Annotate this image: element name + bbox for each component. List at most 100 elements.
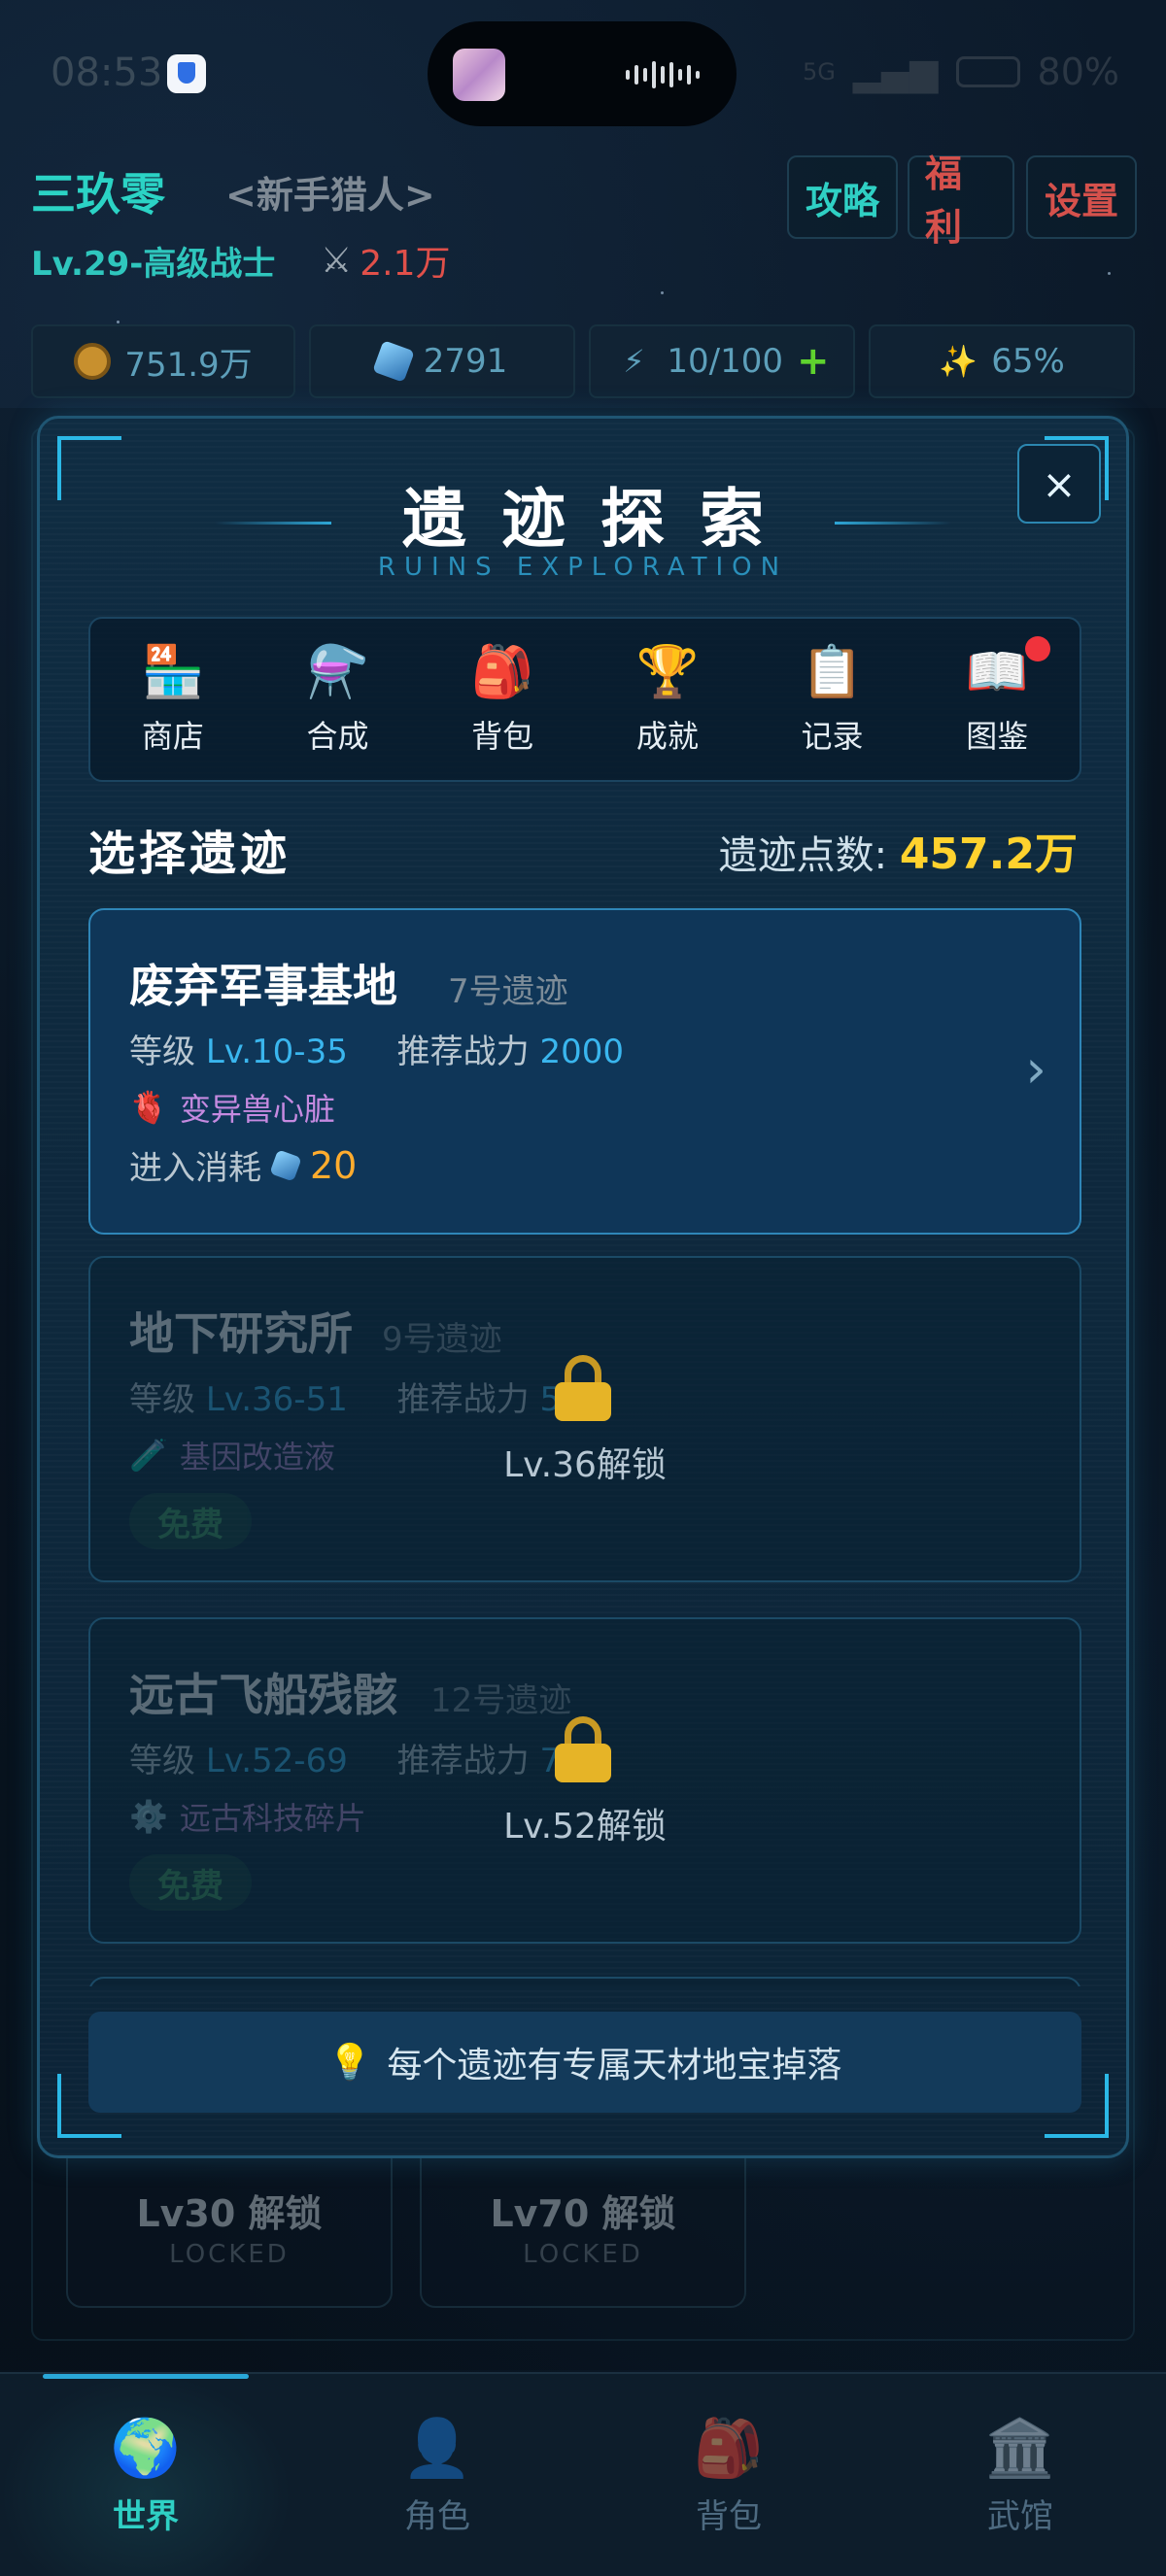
tab-label: 合成 [306, 718, 369, 755]
welfare-button[interactable]: 福利 [908, 153, 1014, 249]
chevron-right-icon: › [1025, 1038, 1046, 1100]
level-label: 等级 [129, 1380, 195, 1419]
security-shield-icon [167, 54, 206, 93]
ruin-stats: 等级 Lv.10-35 推荐战力 2000 [129, 1025, 624, 1072]
level-range: Lv.52-69 [205, 1742, 348, 1780]
ruin-points-label: 遗迹点数: [718, 833, 888, 878]
luck-resource: ✨ 65% [869, 324, 1135, 398]
nav-label: 武馆 [987, 2496, 1053, 2536]
signal-bars-icon: ▂▄▆ [852, 51, 939, 93]
combat-power-value: 2.1万 [360, 244, 451, 284]
gold-value: 751.9万 [124, 345, 253, 385]
tab-shop[interactable]: 🏪 商店 [90, 619, 256, 780]
crossed-swords-icon: ⚔ [321, 240, 353, 281]
backpack-icon: 🎒 [693, 2414, 765, 2481]
signal-icon: 5G [802, 58, 836, 85]
battery-percent: 80% [1037, 51, 1119, 93]
book-icon: 📖 [965, 643, 1029, 701]
drop-name: 变异兽心脏 [179, 1091, 335, 1128]
nav-character[interactable]: 👤 角色 [292, 2374, 583, 2576]
heart-icon: 🫀 [129, 1089, 168, 1126]
nav-label: 背包 [696, 2496, 762, 2536]
ruin-card-locked[interactable]: 远古飞船残骸 12号遗迹 等级 Lv.52-69 推荐战力 7万 ⚙️ 远古科技… [88, 1617, 1081, 1944]
tab-achievements[interactable]: 🏆 成就 [585, 619, 750, 780]
star-decoration [661, 291, 664, 294]
temple-icon: 🏛️ [984, 2414, 1056, 2481]
ruin-number: 12号遗迹 [430, 1681, 572, 1720]
ruin-name: 远古飞船残骸 [129, 1669, 397, 1721]
tab-label: 记录 [801, 718, 864, 755]
ruin-card-peek[interactable] [88, 1977, 1081, 1986]
modal-subtitle: RUINS EXPLORATION [377, 553, 789, 582]
ruin-points: 遗迹点数: 457.2万 [719, 819, 1078, 881]
level-range: Lv.36-51 [205, 1380, 348, 1419]
ruin-stats: 等级 Lv.52-69 推荐战力 7万 [129, 1734, 594, 1781]
luck-value: 65% [991, 342, 1065, 381]
sparkles-icon: ✨ [939, 343, 978, 380]
lock-icon [551, 1355, 615, 1421]
free-badge: 免费 [129, 1493, 252, 1549]
power-label: 推荐战力 [396, 1033, 530, 1071]
ruin-drop: 🫀 变异兽心脏 [129, 1085, 335, 1130]
ruin-name: 废弃军事基地 [129, 960, 397, 1012]
shop-icon: 🏪 [141, 643, 205, 701]
ruin-card[interactable]: 废弃军事基地 7号遗迹 等级 Lv.10-35 推荐战力 2000 🫀 变异兽心… [88, 908, 1081, 1235]
close-button[interactable]: × [1017, 444, 1101, 524]
gold-resource: 751.9万 [31, 324, 295, 398]
backpack-icon: 🎒 [470, 643, 534, 701]
coin-icon [74, 343, 112, 380]
status-bar: 08:53 5G ▂▄▆ 80% [0, 0, 1166, 146]
level-range: Lv.10-35 [205, 1033, 348, 1071]
ruins-exploration-modal: 遗迹探索 RUINS EXPLORATION × 🏪 商店 ⚗️ 合成 🎒 背包… [37, 416, 1129, 2158]
crystal-icon [269, 1148, 302, 1182]
entry-cost: 进入消耗 20 [129, 1141, 357, 1189]
nav-world[interactable]: 🌍 世界 [0, 2374, 292, 2576]
notification-dot [1025, 636, 1051, 661]
add-energy-icon[interactable]: + [797, 339, 830, 384]
settings-button[interactable]: 设置 [1026, 155, 1137, 239]
nav-label: 角色 [404, 2496, 470, 2536]
status-indicators: 5G ▂▄▆ 80% [803, 51, 1119, 93]
power-label: 推荐战力 [396, 1380, 530, 1419]
tab-synthesis[interactable]: ⚗️ 合成 [256, 619, 421, 780]
player-level: Lv.29-高级战士 [31, 245, 276, 284]
unlock-requirement: Lv.52解锁 [503, 1807, 667, 1847]
crystal-resource: 2791 [309, 324, 575, 398]
tab-label: 图鉴 [966, 718, 1029, 755]
lightbulb-icon: 💡 [327, 2043, 372, 2083]
tab-label: 成就 [635, 718, 699, 755]
ruin-number: 9号遗迹 [382, 1320, 502, 1359]
nav-label: 世界 [113, 2496, 179, 2536]
lightning-icon: ⚡ [623, 343, 645, 380]
dynamic-island[interactable] [428, 21, 737, 126]
player-title: <新手猎人> [225, 174, 435, 217]
energy-resource: ⚡ 10/100 + [589, 324, 855, 398]
tab-codex[interactable]: 📖 图鉴 [914, 619, 1080, 780]
ruin-name: 地下研究所 [129, 1307, 353, 1360]
ruins-list[interactable]: 废弃军事基地 7号遗迹 等级 Lv.10-35 推荐战力 2000 🫀 变异兽心… [88, 908, 1081, 1986]
section-title: 选择遗迹 [88, 827, 292, 881]
guide-button[interactable]: 攻略 [787, 155, 898, 239]
tab-records[interactable]: 📋 记录 [750, 619, 915, 780]
audio-waveform-icon [626, 60, 707, 89]
media-thumbnail [453, 49, 505, 101]
nav-dojo[interactable]: 🏛️ 武馆 [874, 2374, 1166, 2576]
bottom-navigation: 🌍 世界 👤 角色 🎒 背包 🏛️ 武馆 [0, 2372, 1166, 2576]
nav-backpack[interactable]: 🎒 背包 [583, 2374, 874, 2576]
tip-banner: 💡 每个遗迹有专属天材地宝掉落 [88, 2012, 1081, 2113]
person-icon: 👤 [401, 2414, 473, 2481]
tab-label: 商店 [141, 718, 204, 755]
ruin-card-locked[interactable]: 地下研究所 9号遗迹 等级 Lv.36-51 推荐战力 5万 🧪 基因改造液 免… [88, 1256, 1081, 1582]
star-decoration [117, 321, 120, 323]
globe-icon: 🌍 [110, 2414, 182, 2481]
combat-power: ⚔ 2.1万 [321, 235, 451, 286]
ruin-points-value: 457.2万 [899, 830, 1078, 879]
star-decoration [1108, 272, 1111, 275]
player-name: 三玖零 [31, 168, 165, 220]
flask-icon: ⚗️ [306, 643, 369, 701]
trophy-icon: 🏆 [635, 643, 700, 701]
ruin-stats: 等级 Lv.36-51 推荐战力 5万 [129, 1373, 594, 1420]
power-label: 推荐战力 [396, 1742, 530, 1780]
tab-backpack[interactable]: 🎒 背包 [420, 619, 585, 780]
battery-icon [955, 56, 1020, 87]
